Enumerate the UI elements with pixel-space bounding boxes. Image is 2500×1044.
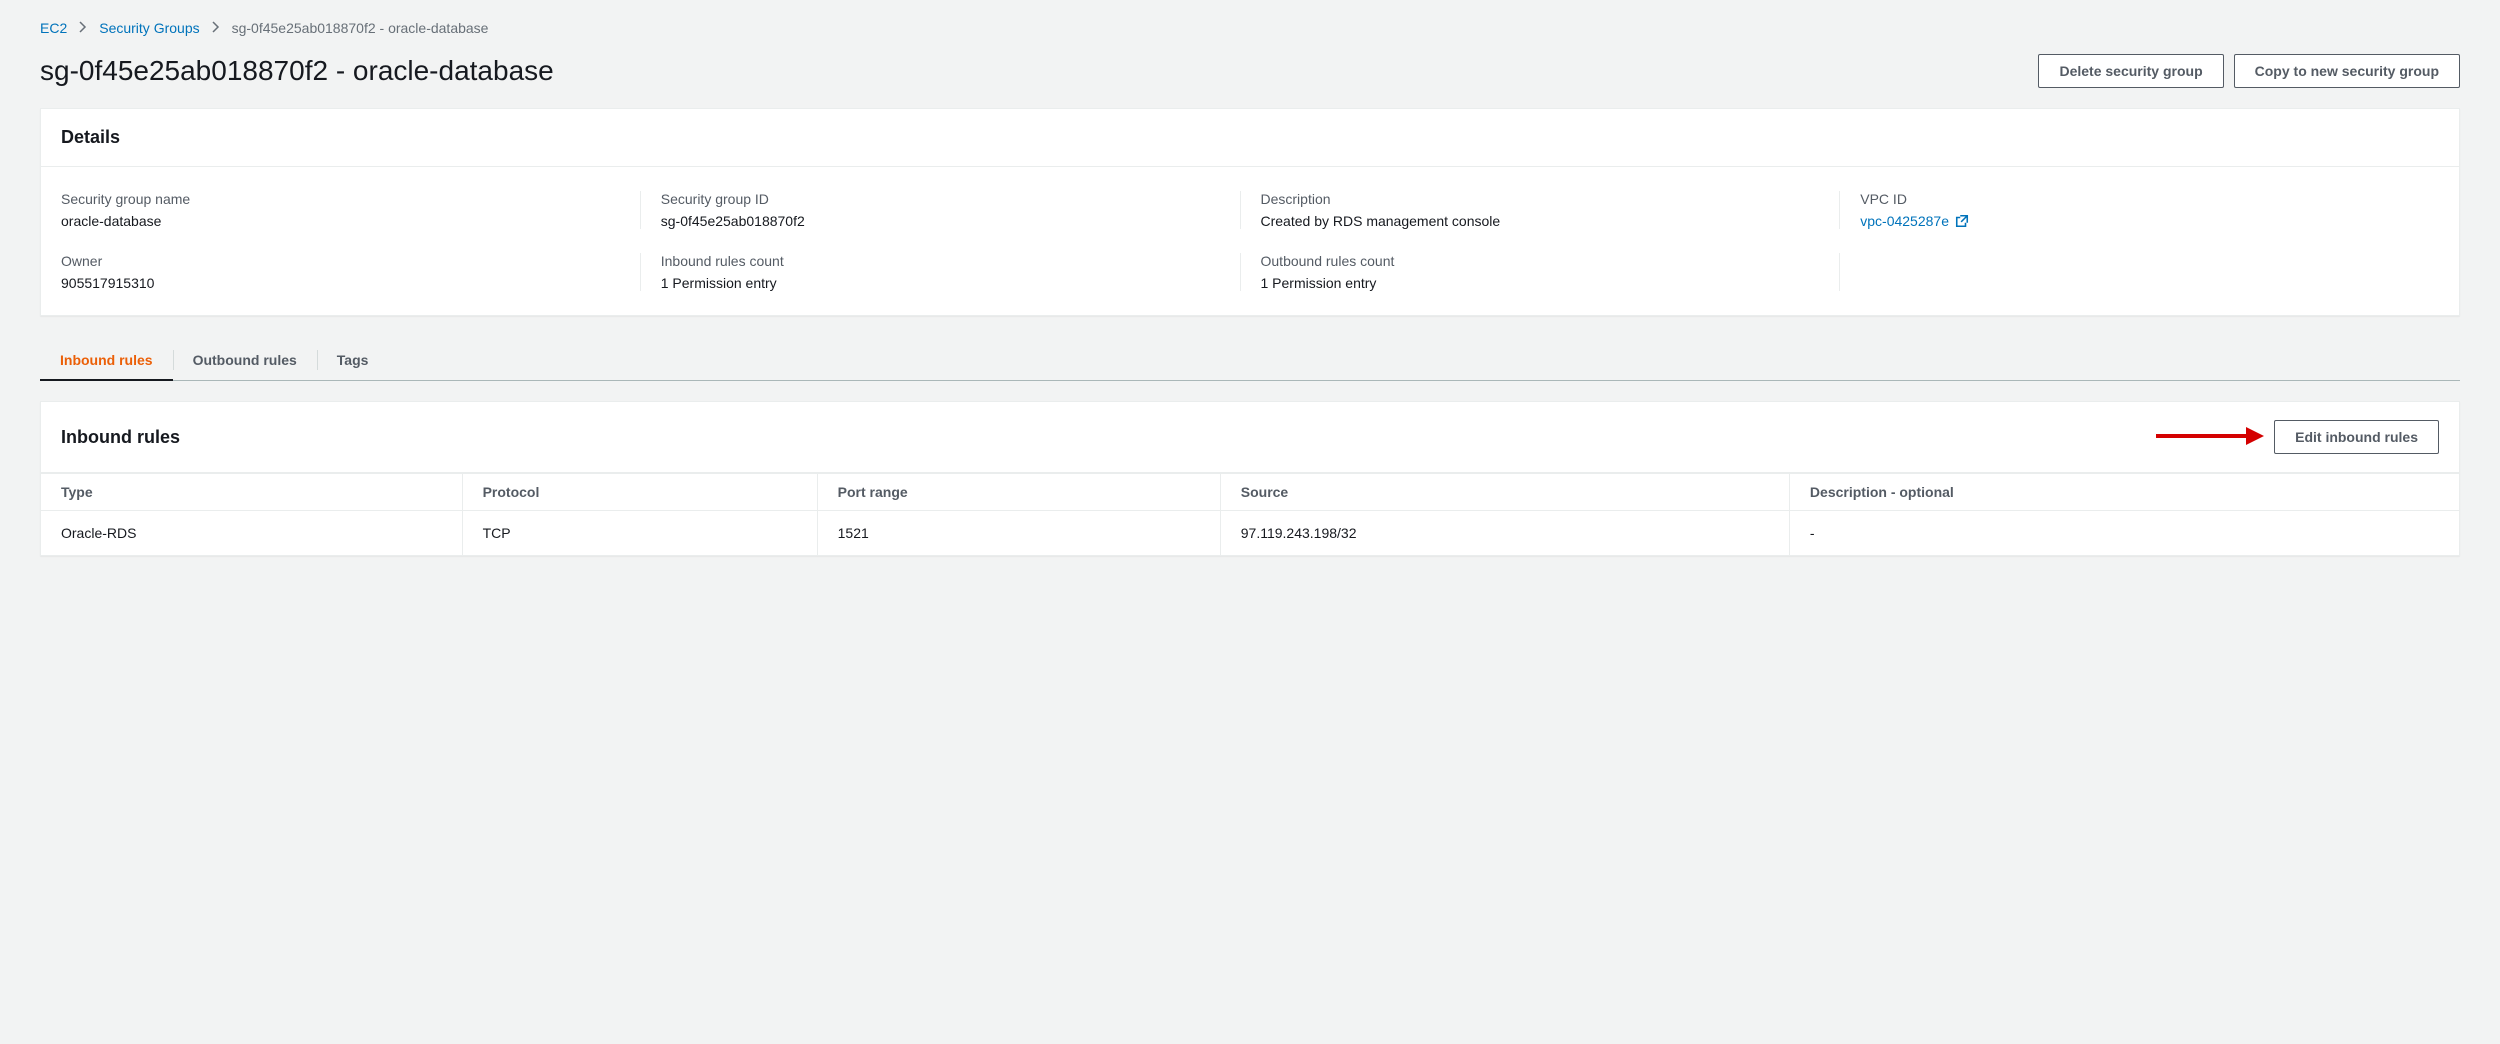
breadcrumb: EC2 Security Groups sg-0f45e25ab018870f2… — [40, 20, 2460, 36]
breadcrumb-current: sg-0f45e25ab018870f2 - oracle-database — [232, 20, 489, 36]
owner-label: Owner — [61, 253, 620, 269]
vpc-id-label: VPC ID — [1860, 191, 2419, 207]
vpc-id-link[interactable]: vpc-0425287e — [1860, 213, 1969, 229]
copy-security-group-button[interactable]: Copy to new security group — [2234, 54, 2460, 88]
cell-desc: - — [1789, 511, 2459, 556]
chevron-right-icon — [79, 20, 87, 36]
col-source[interactable]: Source — [1220, 474, 1789, 511]
col-protocol[interactable]: Protocol — [462, 474, 817, 511]
chevron-right-icon — [212, 20, 220, 36]
page-title: sg-0f45e25ab018870f2 - oracle-database — [40, 55, 554, 87]
annotation-arrow-icon — [2154, 424, 2264, 451]
outbound-count-value: 1 Permission entry — [1261, 275, 1820, 291]
owner-value: 905517915310 — [61, 275, 620, 291]
details-panel: Details Security group name oracle-datab… — [40, 108, 2460, 316]
delete-security-group-button[interactable]: Delete security group — [2038, 54, 2223, 88]
tab-inbound-rules[interactable]: Inbound rules — [40, 340, 173, 380]
description-value: Created by RDS management console — [1261, 213, 1820, 229]
description-label: Description — [1261, 191, 1820, 207]
sg-name-label: Security group name — [61, 191, 620, 207]
tabs: Inbound rules Outbound rules Tags — [40, 340, 2460, 381]
cell-source: 97.119.243.198/32 — [1220, 511, 1789, 556]
breadcrumb-ec2[interactable]: EC2 — [40, 20, 67, 36]
col-description[interactable]: Description - optional — [1789, 474, 2459, 511]
inbound-count-label: Inbound rules count — [661, 253, 1220, 269]
cell-protocol: TCP — [462, 511, 817, 556]
inbound-rules-panel: Inbound rules Edit inbound rules Type Pr… — [40, 401, 2460, 556]
col-type[interactable]: Type — [41, 474, 462, 511]
cell-type: Oracle-RDS — [41, 511, 462, 556]
sg-id-value: sg-0f45e25ab018870f2 — [661, 213, 1220, 229]
inbound-rules-table: Type Protocol Port range Source Descript… — [41, 473, 2459, 555]
vpc-id-value: vpc-0425287e — [1860, 213, 1949, 229]
inbound-rules-title: Inbound rules — [61, 427, 180, 448]
sg-name-value: oracle-database — [61, 213, 620, 229]
edit-inbound-rules-button[interactable]: Edit inbound rules — [2274, 420, 2439, 454]
sg-id-label: Security group ID — [661, 191, 1220, 207]
tab-tags[interactable]: Tags — [317, 340, 389, 380]
details-title: Details — [61, 127, 120, 148]
table-row: Oracle-RDS TCP 1521 97.119.243.198/32 - — [41, 511, 2459, 556]
breadcrumb-security-groups[interactable]: Security Groups — [99, 20, 199, 36]
tab-outbound-rules[interactable]: Outbound rules — [173, 340, 317, 380]
external-link-icon — [1955, 214, 1969, 228]
outbound-count-label: Outbound rules count — [1261, 253, 1820, 269]
cell-port: 1521 — [817, 511, 1220, 556]
inbound-count-value: 1 Permission entry — [661, 275, 1220, 291]
col-port-range[interactable]: Port range — [817, 474, 1220, 511]
